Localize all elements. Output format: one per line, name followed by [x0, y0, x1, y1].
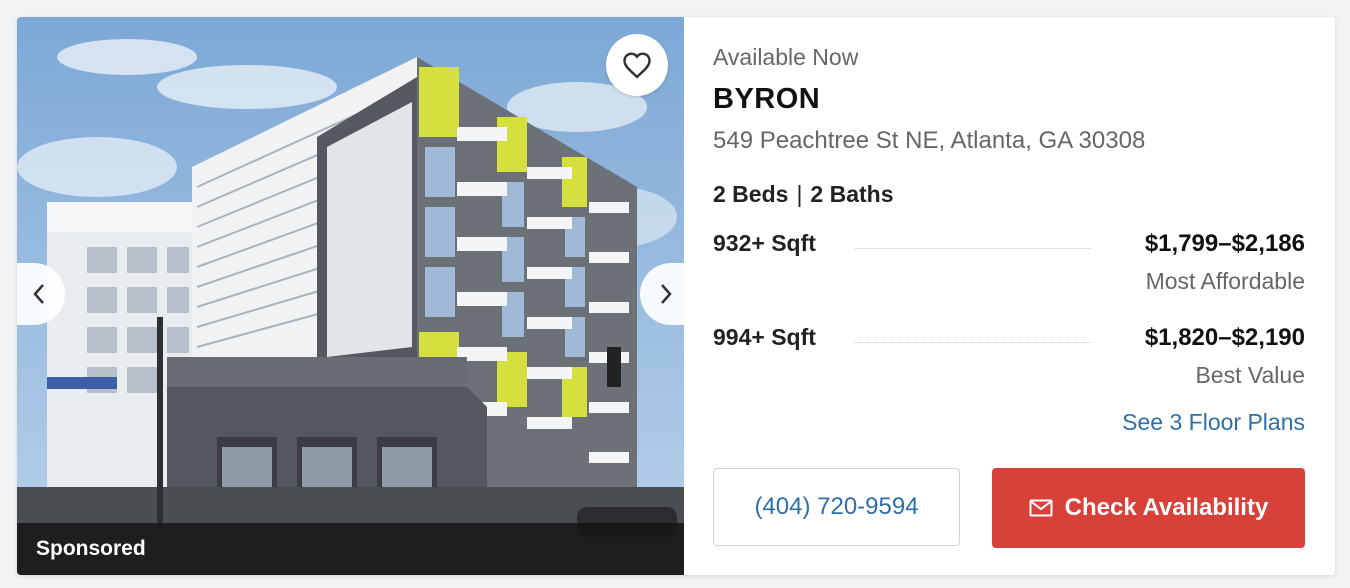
- plan-tag: Most Affordable: [1145, 268, 1305, 294]
- check-availability-button[interactable]: Check Availability: [992, 468, 1305, 548]
- plan-tag: Best Value: [1195, 362, 1305, 388]
- sponsored-badge: Sponsored: [17, 523, 684, 575]
- baths-count: 2 Baths: [810, 181, 894, 207]
- bed-bath-summary: 2 Beds | 2 Baths: [713, 181, 894, 208]
- favorite-button[interactable]: [606, 34, 668, 96]
- phone-number: (404) 720-9594: [754, 493, 919, 520]
- property-name[interactable]: BYRON: [713, 83, 820, 116]
- plan-sqft: 994+ Sqft: [713, 324, 822, 351]
- dotted-leader: [855, 342, 1091, 343]
- envelope-icon: [1029, 499, 1053, 517]
- availability-status: Available Now: [713, 44, 859, 70]
- listing-photo[interactable]: Sponsored: [17, 17, 684, 575]
- building-photo: [17, 17, 684, 575]
- plan-sqft: 932+ Sqft: [713, 230, 822, 257]
- listing-info: Available Now BYRON 549 Peachtree St NE,…: [713, 17, 1305, 575]
- price-row: 994+ Sqft $1,820–$2,190 Best Value: [713, 324, 1305, 394]
- plan-price: $1,820–$2,190: [1144, 324, 1305, 351]
- heart-icon: [622, 51, 652, 79]
- price-row: 932+ Sqft $1,799–$2,186 Most Affordable: [713, 230, 1305, 300]
- bed-bath-separator: |: [796, 181, 803, 207]
- beds-count: 2 Beds: [713, 181, 789, 207]
- phone-button[interactable]: (404) 720-9594: [713, 468, 960, 546]
- plan-price: $1,799–$2,186: [1144, 230, 1305, 257]
- chevron-left-icon: [32, 282, 46, 306]
- see-floor-plans-link[interactable]: See 3 Floor Plans: [1122, 409, 1305, 436]
- chevron-right-icon: [659, 282, 673, 306]
- dotted-leader: [855, 248, 1091, 249]
- property-address: 549 Peachtree St NE, Atlanta, GA 30308: [713, 127, 1146, 154]
- listing-card[interactable]: Sponsored Available Now BYRON 549 Peacht…: [17, 17, 1335, 575]
- check-availability-label: Check Availability: [1064, 494, 1269, 521]
